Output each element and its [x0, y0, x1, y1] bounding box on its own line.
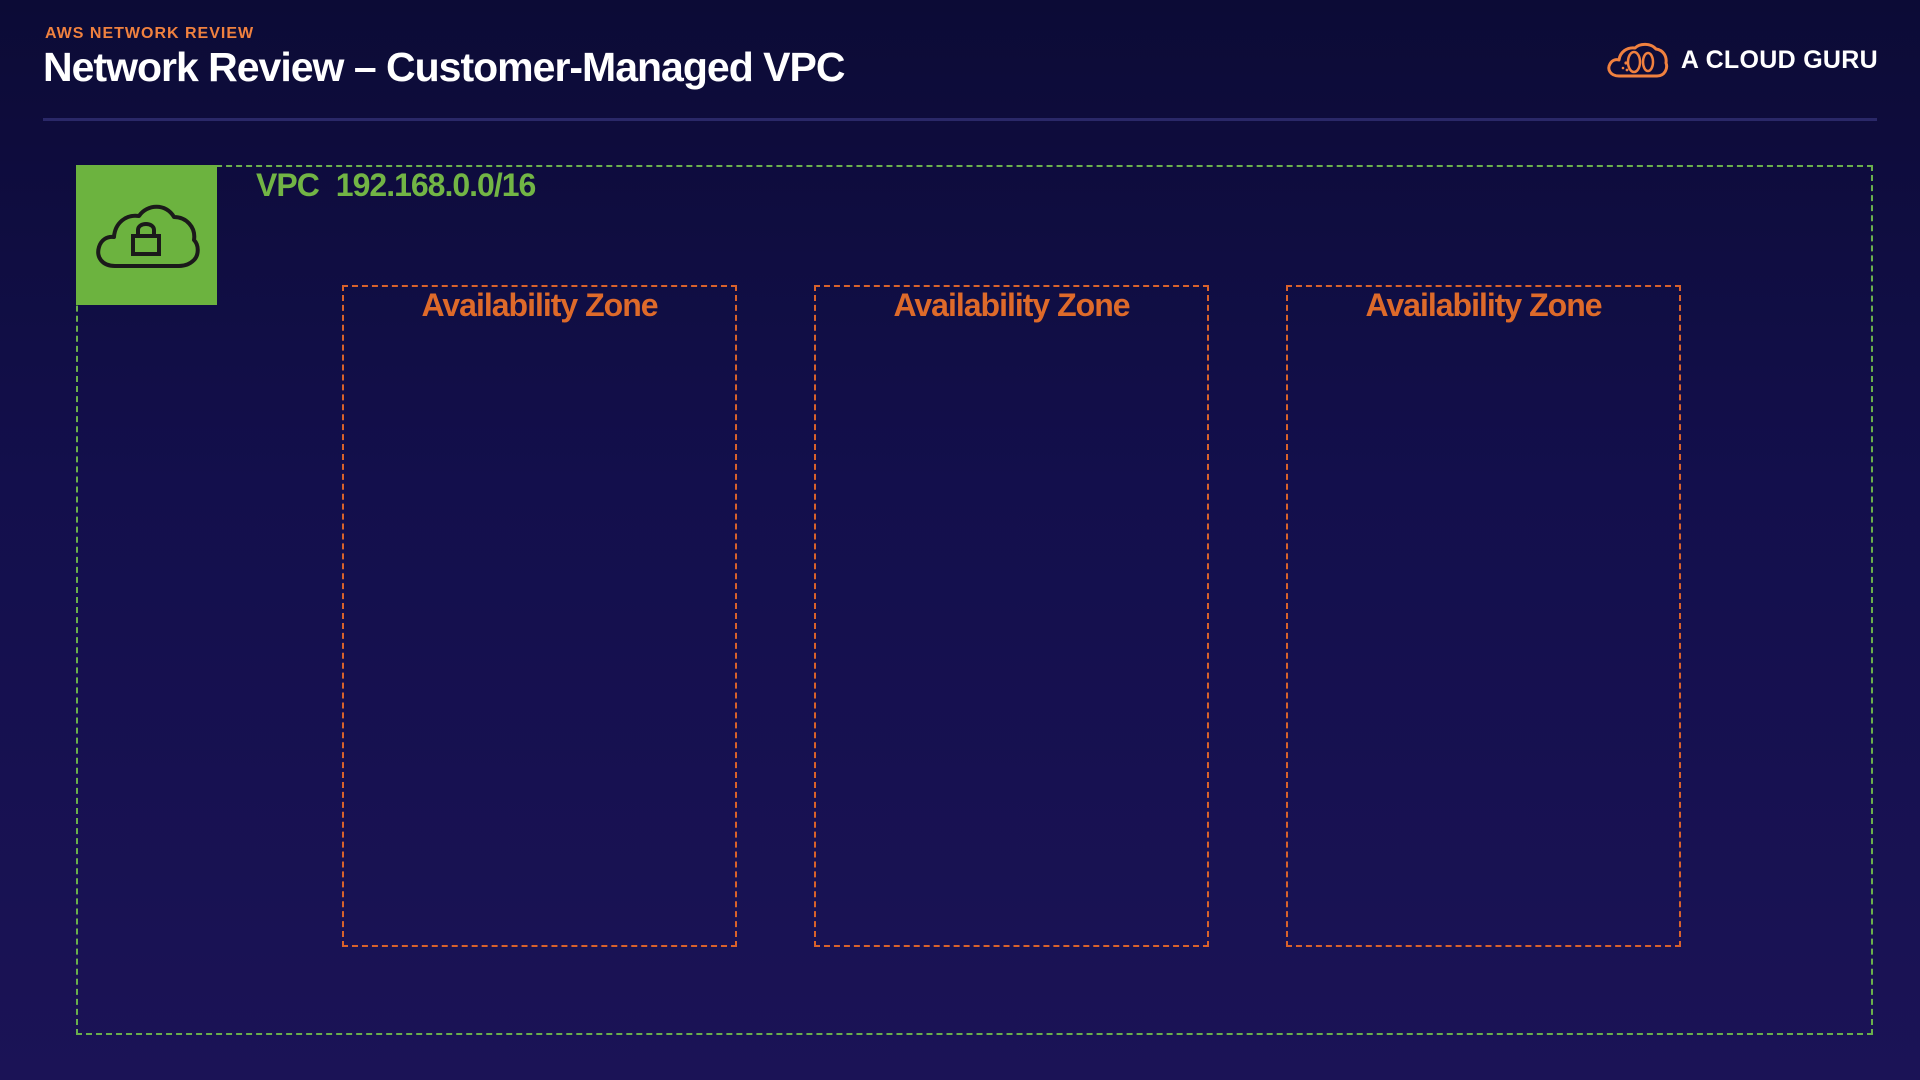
availability-zone-2: Availability Zone — [814, 285, 1209, 947]
vpc-label: VPC 192.168.0.0/16 — [256, 167, 537, 204]
availability-zone-1: Availability Zone — [342, 285, 737, 947]
brand: A CLOUD GURU — [1605, 40, 1878, 80]
availability-zone-label: Availability Zone — [893, 287, 1130, 323]
vpc-cidr: 192.168.0.0/16 — [335, 167, 537, 203]
availability-zone-label: Availability Zone — [421, 287, 658, 323]
availability-zone-3: Availability Zone — [1286, 285, 1681, 947]
cloud-lock-icon — [76, 165, 217, 305]
availability-zone-label: Availability Zone — [1365, 287, 1602, 323]
vpc-title: VPC — [256, 167, 320, 203]
page-title: Network Review – Customer-Managed VPC — [43, 44, 845, 90]
brand-name: A CLOUD GURU — [1680, 45, 1878, 74]
section-eyebrow: AWS NETWORK REVIEW — [45, 25, 255, 42]
cloud-logo-icon — [1605, 40, 1669, 80]
header-divider — [43, 118, 1877, 121]
vpc-boundary: VPC 192.168.0.0/16 Availability Zone Ava… — [76, 165, 1873, 1035]
